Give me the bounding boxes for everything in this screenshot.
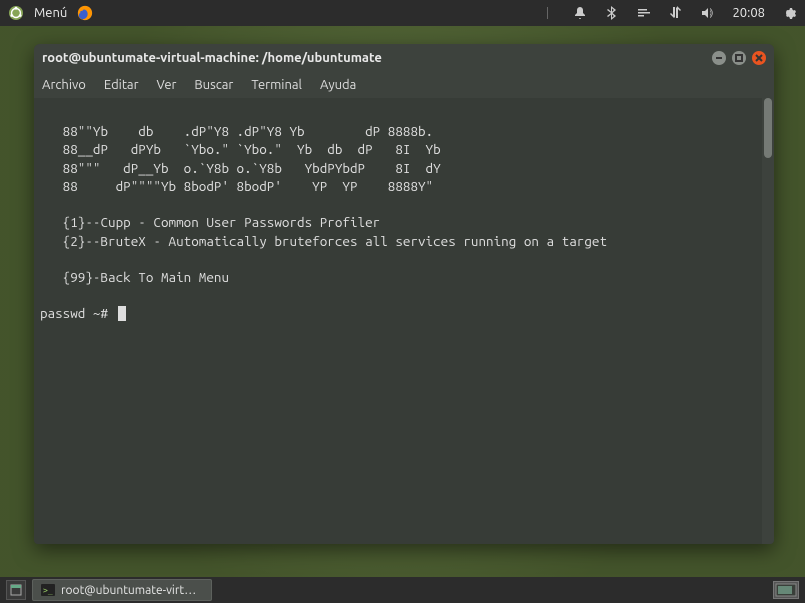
show-desktop-button[interactable]	[6, 580, 26, 600]
network-icon[interactable]	[668, 5, 684, 21]
separator-icon	[540, 5, 556, 21]
scrollbar-thumb[interactable]	[764, 98, 772, 158]
window-maximize-button[interactable]	[732, 51, 746, 65]
menu-file[interactable]: Archivo	[42, 78, 86, 92]
taskbar-button-label: root@ubuntumate-virt…	[61, 584, 196, 597]
workspace-switcher[interactable]	[773, 581, 799, 599]
clock[interactable]: 20:08	[732, 6, 765, 20]
notification-bell-icon[interactable]	[572, 5, 588, 21]
window-close-button[interactable]	[752, 51, 766, 65]
svg-text:>_: >_	[43, 586, 53, 595]
bottom-panel: >_ root@ubuntumate-virt…	[0, 577, 805, 603]
taskbar-terminal-button[interactable]: >_ root@ubuntumate-virt…	[32, 579, 212, 601]
top-panel: Menú 20:08	[0, 0, 805, 26]
window-titlebar[interactable]: root@ubuntumate-virtual-machine: /home/u…	[34, 44, 774, 72]
firefox-icon[interactable]	[77, 5, 93, 21]
menu-view[interactable]: Ver	[157, 78, 177, 92]
ubuntu-mate-logo-icon[interactable]	[8, 5, 24, 21]
window-minimize-button[interactable]	[712, 51, 726, 65]
applications-menu[interactable]: Menú	[34, 6, 67, 20]
desktop: root@ubuntumate-virtual-machine: /home/u…	[0, 26, 805, 577]
bluetooth-icon[interactable]	[604, 5, 620, 21]
menu-help[interactable]: Ayuda	[320, 78, 356, 92]
indicator-menu-icon[interactable]	[636, 5, 652, 21]
menu-search[interactable]: Buscar	[194, 78, 233, 92]
terminal-body[interactable]: 88""Yb db .dP"Y8 .dP"Y8 Yb dP 8888b. 88_…	[34, 98, 774, 544]
window-title: root@ubuntumate-virtual-machine: /home/u…	[42, 51, 712, 65]
volume-icon[interactable]	[700, 5, 716, 21]
terminal-cursor	[118, 306, 126, 321]
menu-terminal[interactable]: Terminal	[251, 78, 302, 92]
terminal-output: 88""Yb db .dP"Y8 .dP"Y8 Yb dP 8888b. 88_…	[40, 123, 607, 321]
terminal-menubar: Archivo Editar Ver Buscar Terminal Ayuda	[34, 72, 774, 98]
gear-icon[interactable]	[781, 5, 797, 21]
terminal-task-icon: >_	[41, 583, 55, 597]
terminal-window: root@ubuntumate-virtual-machine: /home/u…	[34, 44, 774, 544]
terminal-scrollbar[interactable]	[762, 98, 774, 544]
menu-edit[interactable]: Editar	[104, 78, 139, 92]
